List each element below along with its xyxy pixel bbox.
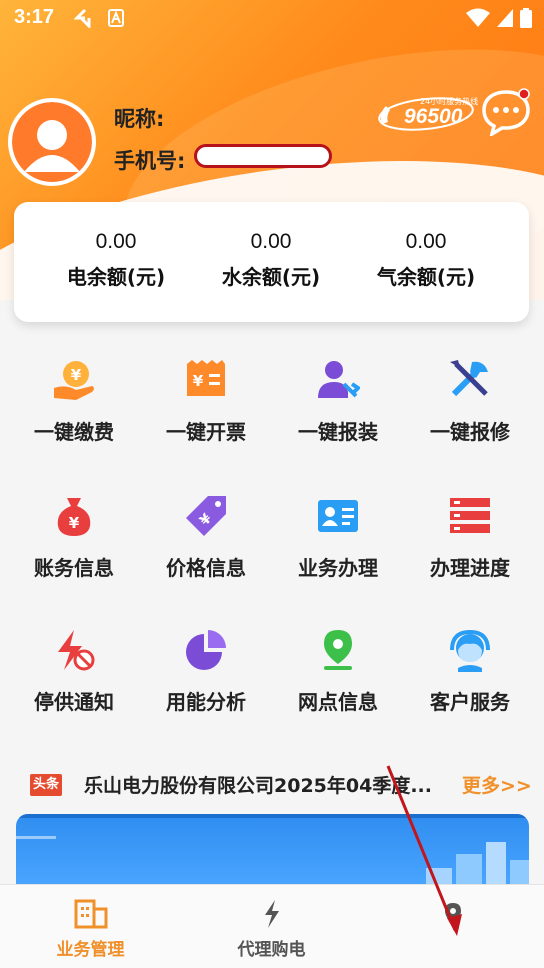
wifi-icon <box>466 8 490 27</box>
news-more-link[interactable]: 更多>> <box>462 771 532 798</box>
service-label: 账务信息 <box>34 556 114 580</box>
hotline-number: 96500 <box>404 105 463 128</box>
water-balance[interactable]: 0.00 水余额(元) <box>201 230 341 290</box>
tab-business-management[interactable]: 业务管理 <box>0 885 181 968</box>
tab-location[interactable] <box>362 885 543 968</box>
phone-label: 手机号: <box>114 149 186 173</box>
app-notification-icon <box>74 8 91 28</box>
service-price-info[interactable]: ¥ 价格信息 <box>138 482 274 602</box>
svg-text:¥: ¥ <box>69 514 80 532</box>
balance-value: 0.00 <box>95 230 137 253</box>
service-one-click-install[interactable]: 一键报装 <box>270 346 406 466</box>
news-ticker[interactable]: 头条 乐山电力股份有限公司2025年04季度... 更多>> <box>0 766 544 806</box>
avatar[interactable] <box>8 98 96 186</box>
nickname-label: 昵称: <box>114 107 165 131</box>
balance-label: 水余额(元) <box>221 265 321 289</box>
location-icon <box>324 630 352 670</box>
promo-banner[interactable] <box>16 814 529 886</box>
service-business-handling[interactable]: 业务办理 <box>270 482 406 602</box>
tab-label: 代理购电 <box>237 940 306 960</box>
service-customer-service[interactable]: 客户服务 <box>402 616 538 736</box>
chat-bubble-icon <box>482 88 530 138</box>
service-outage-notice[interactable]: 停供通知 <box>6 616 142 736</box>
pie-chart-icon <box>186 630 226 670</box>
signal-icon <box>497 9 513 27</box>
balance-card: 0.00 电余额(元) 0.00 水余额(元) 0.00 气余额(元) <box>14 202 529 322</box>
electric-balance[interactable]: 0.00 电余额(元) <box>46 230 186 290</box>
service-label: 办理进度 <box>430 556 510 580</box>
pay-icon: ¥ <box>54 361 94 400</box>
money-bag-icon: ¥ <box>57 498 91 536</box>
repair-icon <box>450 360 488 397</box>
service-label: 一键缴费 <box>34 420 114 444</box>
user-icon <box>12 102 92 182</box>
service-label: 用能分析 <box>166 690 246 714</box>
headline-tag: 头条 <box>30 774 62 796</box>
headset-icon <box>450 629 490 672</box>
balance-value: 0.00 <box>250 230 292 253</box>
service-one-click-repair[interactable]: 一键报修 <box>402 346 538 466</box>
invoice-icon: ¥ <box>187 360 225 396</box>
lightning-icon <box>265 900 279 928</box>
progress-icon <box>450 498 490 533</box>
service-label: 客户服务 <box>430 690 510 714</box>
svg-text:¥: ¥ <box>71 366 82 384</box>
gas-balance[interactable]: 0.00 气余额(元) <box>356 230 496 290</box>
balance-label: 气余额(元) <box>376 265 476 289</box>
city-skyline-image <box>16 814 529 886</box>
balance-value: 0.00 <box>405 230 447 253</box>
service-label: 一键报装 <box>298 420 378 444</box>
status-bar: 3:17 <box>0 0 544 36</box>
font-notification-icon <box>108 9 124 27</box>
service-outlet-info[interactable]: 网点信息 <box>270 616 406 736</box>
service-one-click-pay[interactable]: ¥ 一键缴费 <box>6 346 142 466</box>
service-energy-analysis[interactable]: 用能分析 <box>138 616 274 736</box>
id-card-icon <box>318 500 358 532</box>
tab-agent-power-purchase[interactable]: 代理购电 <box>181 885 362 968</box>
service-label: 停供通知 <box>34 690 114 714</box>
service-label: 一键开票 <box>166 420 246 444</box>
service-label: 一键报修 <box>430 420 510 444</box>
status-time: 3:17 <box>14 6 55 28</box>
bottom-tab-bar: 业务管理 代理购电 <box>0 884 544 968</box>
service-progress[interactable]: 办理进度 <box>402 482 538 602</box>
phone-value-redacted <box>194 144 332 168</box>
outage-icon <box>58 630 95 671</box>
building-icon <box>74 899 108 929</box>
tab-label: 业务管理 <box>56 940 125 960</box>
news-headline[interactable]: 乐山电力股份有限公司2025年04季度... <box>84 771 458 798</box>
install-icon <box>318 361 360 398</box>
map-pin-icon <box>445 903 461 925</box>
balance-label: 电余额(元) <box>66 265 166 289</box>
service-account-info[interactable]: ¥ 账务信息 <box>6 482 142 602</box>
price-tag-icon: ¥ <box>186 496 226 536</box>
service-label: 网点信息 <box>298 690 378 714</box>
svg-text:¥: ¥ <box>193 372 204 390</box>
service-label: 业务办理 <box>298 556 378 580</box>
battery-icon <box>520 8 532 28</box>
service-label: 价格信息 <box>166 556 246 580</box>
message-button[interactable] <box>482 88 530 138</box>
hotline-button[interactable]: 24小时服务热线 96500 <box>376 92 478 134</box>
service-one-click-invoice[interactable]: ¥ 一键开票 <box>138 346 274 466</box>
